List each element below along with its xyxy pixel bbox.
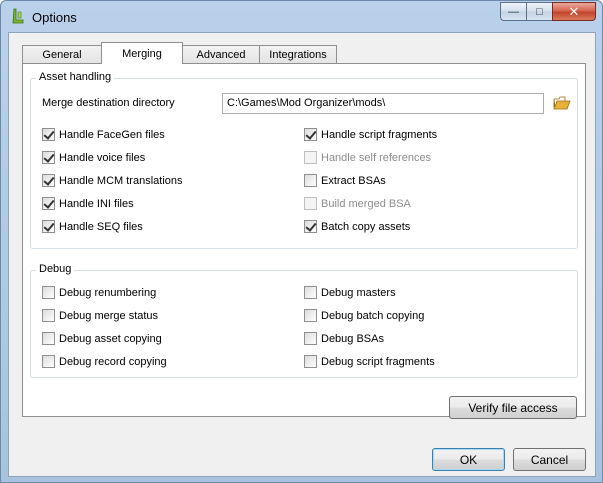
- checkbox-box[interactable]: [42, 128, 55, 141]
- cancel-button[interactable]: Cancel: [513, 448, 586, 471]
- batch-copy-assets-checkbox[interactable]: Batch copy assets: [304, 220, 410, 233]
- checkbox-box[interactable]: [304, 174, 317, 187]
- maximize-button[interactable]: □: [526, 2, 552, 21]
- checkbox-label: Build merged BSA: [321, 197, 411, 210]
- checkbox-label: Handle INI files: [59, 197, 134, 210]
- tab-integrations-label: Integrations: [269, 49, 327, 61]
- checkbox-label: Debug BSAs: [321, 332, 384, 345]
- merging-tab-panel: Asset handling Merge destination directo…: [22, 63, 586, 419]
- build-merged-bsa-checkbox: Build merged BSA: [304, 197, 411, 210]
- checkbox-label: Debug renumbering: [59, 286, 157, 299]
- checkbox-label: Batch copy assets: [321, 220, 411, 233]
- handle-self-references-checkbox: Handle self references: [304, 151, 431, 164]
- checkbox-box[interactable]: [304, 309, 317, 322]
- debug-merge-status-checkbox[interactable]: Debug merge status: [42, 309, 158, 322]
- checkbox-label: Handle self references: [321, 151, 432, 164]
- checkbox-label: Debug masters: [321, 286, 396, 299]
- checkbox-label: Debug batch copying: [321, 309, 425, 322]
- checkbox-box[interactable]: [304, 332, 317, 345]
- checkbox-box[interactable]: [42, 332, 55, 345]
- checkbox-box[interactable]: [304, 286, 317, 299]
- checkbox-label: Handle MCM translations: [59, 174, 183, 187]
- checkbox-box[interactable]: [304, 355, 317, 368]
- tab-merging-label: Merging: [122, 47, 162, 60]
- debug-record-copying-checkbox[interactable]: Debug record copying: [42, 355, 167, 368]
- checkbox-label: Debug merge status: [59, 309, 159, 322]
- tab-general[interactable]: General: [22, 45, 102, 64]
- checkbox-label: Handle script fragments: [321, 128, 438, 141]
- debug-renumbering-checkbox[interactable]: Debug renumbering: [42, 286, 156, 299]
- tab-bar: General Merging Advanced Integrations: [22, 42, 337, 64]
- handle-facegen-checkbox[interactable]: Handle FaceGen files: [42, 128, 165, 141]
- debug-asset-copying-checkbox[interactable]: Debug asset copying: [42, 332, 162, 345]
- checkbox-label: Extract BSAs: [321, 174, 386, 187]
- checkbox-box: [304, 197, 317, 210]
- window-title: Options: [32, 10, 77, 25]
- title-bar[interactable]: Options — □ ✕: [1, 1, 602, 33]
- handle-mcm-checkbox[interactable]: Handle MCM translations: [42, 174, 183, 187]
- handle-script-fragments-checkbox[interactable]: Handle script fragments: [304, 128, 437, 141]
- close-button[interactable]: ✕: [552, 2, 596, 21]
- close-icon: ✕: [568, 3, 580, 19]
- checkbox-box[interactable]: [42, 309, 55, 322]
- debug-title: Debug: [36, 263, 75, 275]
- dialog-client-area: General Merging Advanced Integrations As…: [8, 32, 596, 477]
- ok-button[interactable]: OK: [432, 448, 505, 471]
- debug-masters-checkbox[interactable]: Debug masters: [304, 286, 396, 299]
- asset-handling-group: Asset handling Merge destination directo…: [30, 71, 578, 249]
- checkbox-label: Debug script fragments: [321, 355, 435, 368]
- app-icon: [12, 8, 24, 24]
- handle-seq-checkbox[interactable]: Handle SEQ files: [42, 220, 143, 233]
- tab-advanced-label: Advanced: [196, 49, 246, 61]
- checkbox-box[interactable]: [42, 220, 55, 233]
- debug-batch-copying-checkbox[interactable]: Debug batch copying: [304, 309, 424, 322]
- handle-ini-checkbox[interactable]: Handle INI files: [42, 197, 134, 210]
- handle-voice-checkbox[interactable]: Handle voice files: [42, 151, 145, 164]
- checkbox-label: Handle FaceGen files: [59, 128, 165, 141]
- browse-folder-icon[interactable]: [553, 96, 571, 110]
- checkbox-box[interactable]: [42, 174, 55, 187]
- tab-advanced[interactable]: Advanced: [182, 45, 260, 64]
- asset-handling-title: Asset handling: [36, 71, 115, 83]
- maximize-icon: □: [536, 5, 543, 18]
- options-window: Options — □ ✕ General Merging Advanced I…: [0, 0, 603, 483]
- checkbox-box[interactable]: [304, 128, 317, 141]
- tab-integrations[interactable]: Integrations: [259, 45, 337, 64]
- checkbox-label: Handle SEQ files: [59, 220, 143, 233]
- caption-buttons: — □ ✕: [500, 2, 596, 22]
- minimize-icon: —: [508, 5, 519, 18]
- checkbox-label: Handle voice files: [59, 151, 146, 164]
- checkbox-box[interactable]: [42, 286, 55, 299]
- checkbox-box[interactable]: [304, 220, 317, 233]
- tab-merging[interactable]: Merging: [101, 42, 183, 64]
- checkbox-box[interactable]: [42, 355, 55, 368]
- checkbox-box[interactable]: [42, 151, 55, 164]
- debug-group: Debug Debug renumbering Debug merge stat…: [30, 263, 578, 378]
- checkbox-label: Debug asset copying: [59, 332, 162, 345]
- extract-bsas-checkbox[interactable]: Extract BSAs: [304, 174, 386, 187]
- verify-file-access-button[interactable]: Verify file access: [449, 396, 577, 419]
- merge-dir-label: Merge destination directory: [42, 97, 175, 109]
- minimize-button[interactable]: —: [500, 2, 526, 21]
- debug-bsas-checkbox[interactable]: Debug BSAs: [304, 332, 384, 345]
- debug-script-fragments-checkbox[interactable]: Debug script fragments: [304, 355, 435, 368]
- checkbox-box: [304, 151, 317, 164]
- checkbox-label: Debug record copying: [59, 355, 167, 368]
- merge-dir-input[interactable]: C:\Games\Mod Organizer\mods\: [222, 93, 544, 114]
- checkbox-box[interactable]: [42, 197, 55, 210]
- tab-general-label: General: [42, 49, 82, 61]
